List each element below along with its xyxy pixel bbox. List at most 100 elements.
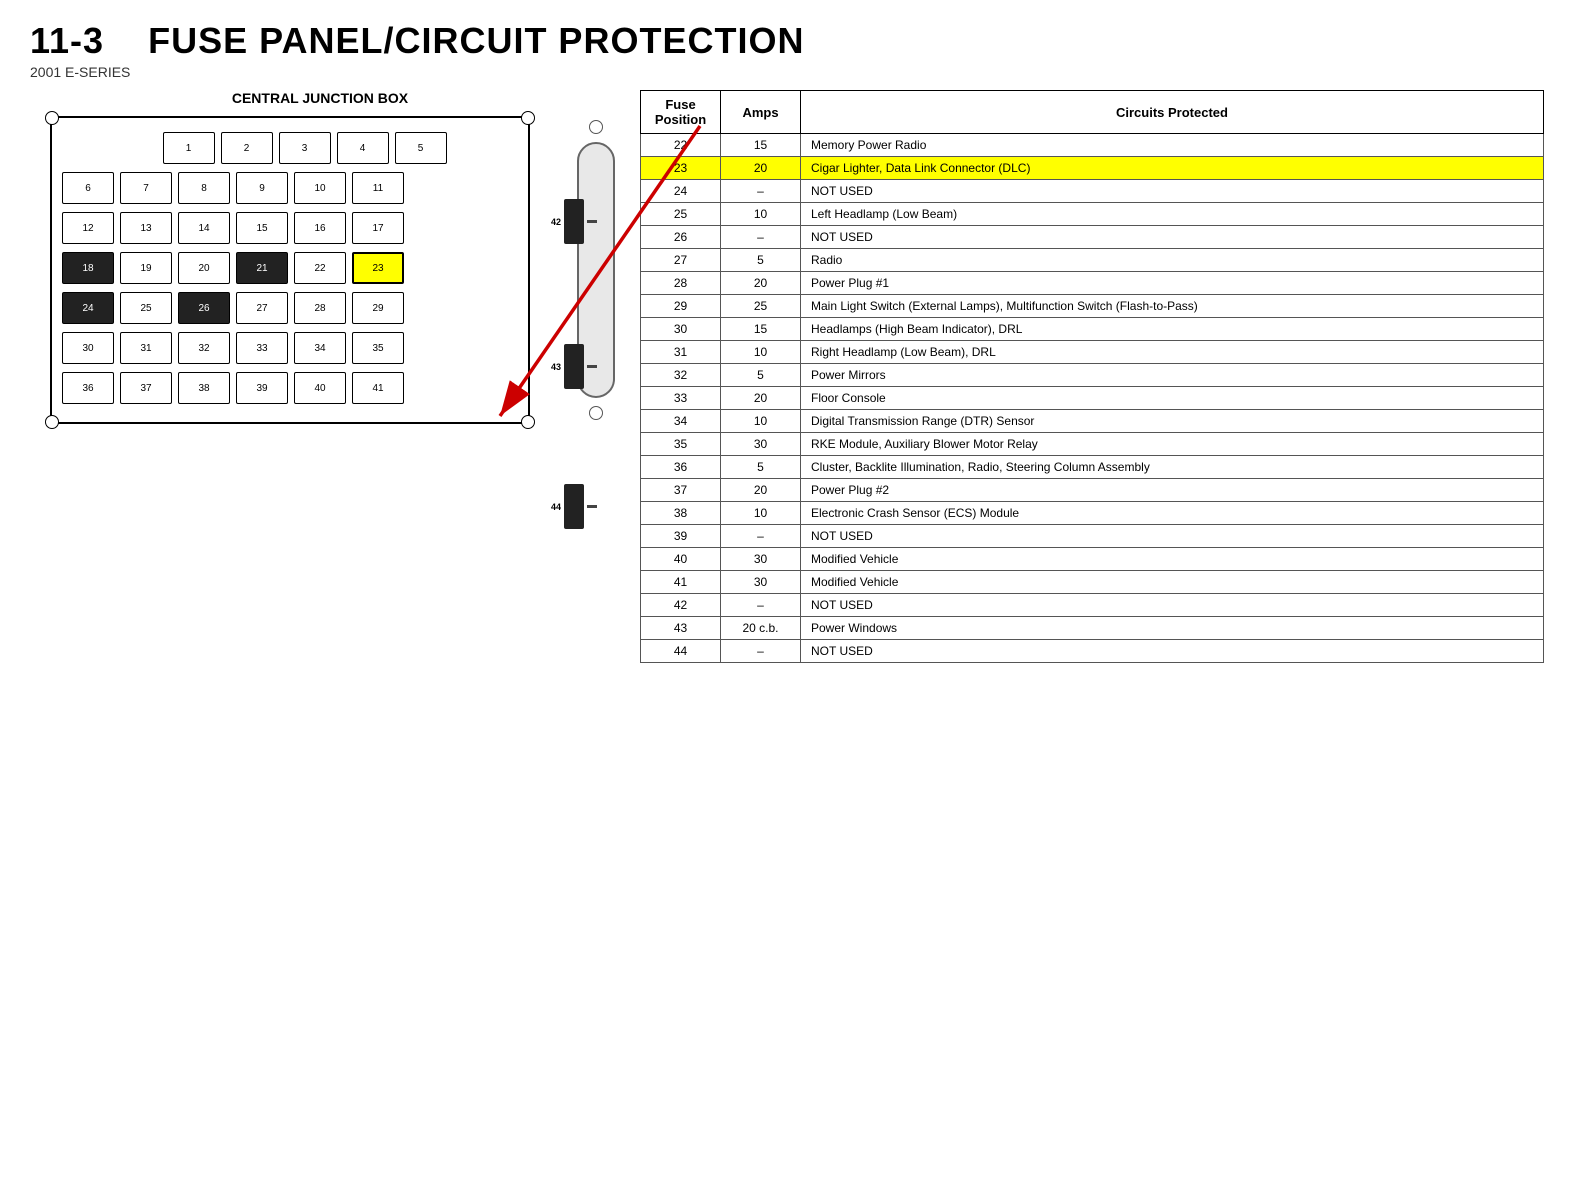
th-amps: Amps [721,91,801,134]
fuse-position-cell: 24 [641,180,721,203]
diagram-wrapper: 1 2 3 4 5 6 7 8 9 10 11 [30,116,530,424]
fuse-11: 11 [352,172,404,204]
table-row: 2820Power Plug #1 [641,272,1544,295]
fuse-27: 27 [236,292,288,324]
fuse-circuit-cell: Main Light Switch (External Lamps), Mult… [801,295,1544,318]
fuse-row-2: 6 7 8 9 10 11 [62,172,518,204]
fuse-amps-cell: 20 [721,387,801,410]
fuse-circuit-cell: NOT USED [801,180,1544,203]
table-row: 3530RKE Module, Auxiliary Blower Motor R… [641,433,1544,456]
fuse-circuit-cell: Cigar Lighter, Data Link Connector (DLC) [801,157,1544,180]
fuse-25: 25 [120,292,172,324]
table-row: 3410Digital Transmission Range (DTR) Sen… [641,410,1544,433]
table-row: 4130Modified Vehicle [641,571,1544,594]
fuse-19: 19 [120,252,172,284]
fuse-2: 2 [221,132,273,164]
connector-43: 43 [551,344,597,389]
fuse-30: 30 [62,332,114,364]
fuse-8: 8 [178,172,230,204]
fuse-position-cell: 37 [641,479,721,502]
fuse-38: 38 [178,372,230,404]
fuse-circuit-cell: Headlamps (High Beam Indicator), DRL [801,318,1544,341]
fuse-29: 29 [352,292,404,324]
fuse-amps-cell: – [721,525,801,548]
fuse-position-cell: 35 [641,433,721,456]
fuse-amps-cell: 10 [721,502,801,525]
fuse-circuit-cell: Power Mirrors [801,364,1544,387]
junction-box: 1 2 3 4 5 6 7 8 9 10 11 [50,116,530,424]
table-row: 2320Cigar Lighter, Data Link Connector (… [641,157,1544,180]
fuse-position-cell: 34 [641,410,721,433]
fuse-position-cell: 28 [641,272,721,295]
fuse-amps-cell: 5 [721,456,801,479]
bottom-circle [589,406,603,420]
fuse-row-5: 24 25 26 27 28 29 [62,292,518,324]
fuse-circuit-cell: Power Plug #2 [801,479,1544,502]
fuse-position-cell: 25 [641,203,721,226]
fuse-10: 10 [294,172,346,204]
page-title: 11-3 FUSE PANEL/CIRCUIT PROTECTION [30,20,1544,62]
fuse-18: 18 [62,252,114,284]
fuse-amps-cell: – [721,180,801,203]
fuse-position-cell: 23 [641,157,721,180]
fuse-position-cell: 31 [641,341,721,364]
fuse-amps-cell: – [721,226,801,249]
table-row: 3110Right Headlamp (Low Beam), DRL [641,341,1544,364]
fuse-position-cell: 41 [641,571,721,594]
fuse-amps-cell: 30 [721,571,801,594]
table-row: 4320 c.b.Power Windows [641,617,1544,640]
fuse-circuit-cell: Electronic Crash Sensor (ECS) Module [801,502,1544,525]
section-number: 11-3 [30,20,104,61]
fuse-35: 35 [352,332,404,364]
fuse-39: 39 [236,372,288,404]
fuse-position-cell: 42 [641,594,721,617]
diagram-label: CENTRAL JUNCTION BOX [30,90,610,106]
fuse-row-3: 12 13 14 15 16 17 [62,212,518,244]
header: 11-3 FUSE PANEL/CIRCUIT PROTECTION 2001 … [30,20,1544,80]
fuse-circuit-cell: Left Headlamp (Low Beam) [801,203,1544,226]
fuse-4: 4 [337,132,389,164]
page: 11-3 FUSE PANEL/CIRCUIT PROTECTION 2001 … [0,0,1574,1200]
table-row: 39–NOT USED [641,525,1544,548]
fuse-amps-cell: 30 [721,433,801,456]
fuse-amps-cell: 20 [721,479,801,502]
fuse-circuit-cell: Cluster, Backlite Illumination, Radio, S… [801,456,1544,479]
fuse-circuit-cell: NOT USED [801,594,1544,617]
fuse-amps-cell: 15 [721,134,801,157]
diagram-section: CENTRAL JUNCTION BOX 1 2 3 4 5 [30,90,610,663]
fuse-23: 23 [352,252,404,284]
connector-bar: 42 43 44 [577,142,615,398]
fuse-5: 5 [395,132,447,164]
fuse-amps-cell: 30 [721,548,801,571]
fuse-amps-cell: 25 [721,295,801,318]
table-row: 3720Power Plug #2 [641,479,1544,502]
connector-44: 44 [551,484,597,529]
fuse-14: 14 [178,212,230,244]
th-fuse-position: FusePosition [641,91,721,134]
corner-circle-br [521,415,535,429]
fuse-position-cell: 30 [641,318,721,341]
fuse-amps-cell: 10 [721,203,801,226]
fuse-33: 33 [236,332,288,364]
fuse-circuit-cell: RKE Module, Auxiliary Blower Motor Relay [801,433,1544,456]
fuse-amps-cell: 20 [721,157,801,180]
corner-circle-tr [521,111,535,125]
fuse-13: 13 [120,212,172,244]
fuse-amps-cell: – [721,640,801,663]
fuse-row-6: 30 31 32 33 34 35 [62,332,518,364]
fuse-41: 41 [352,372,404,404]
fuse-row-1: 1 2 3 4 5 [62,132,518,164]
table-row: 3015Headlamps (High Beam Indicator), DRL [641,318,1544,341]
fuse-amps-cell: 20 c.b. [721,617,801,640]
table-row: 4030Modified Vehicle [641,548,1544,571]
fuse-31: 31 [120,332,172,364]
fuse-7: 7 [120,172,172,204]
fuse-amps-cell: 20 [721,272,801,295]
fuse-position-cell: 27 [641,249,721,272]
fuse-34: 34 [294,332,346,364]
fuse-12: 12 [62,212,114,244]
table-section: FusePosition Amps Circuits Protected 221… [640,90,1544,663]
table-row: 2215Memory Power Radio [641,134,1544,157]
top-circle [589,120,603,134]
fuse-amps-cell: 10 [721,410,801,433]
